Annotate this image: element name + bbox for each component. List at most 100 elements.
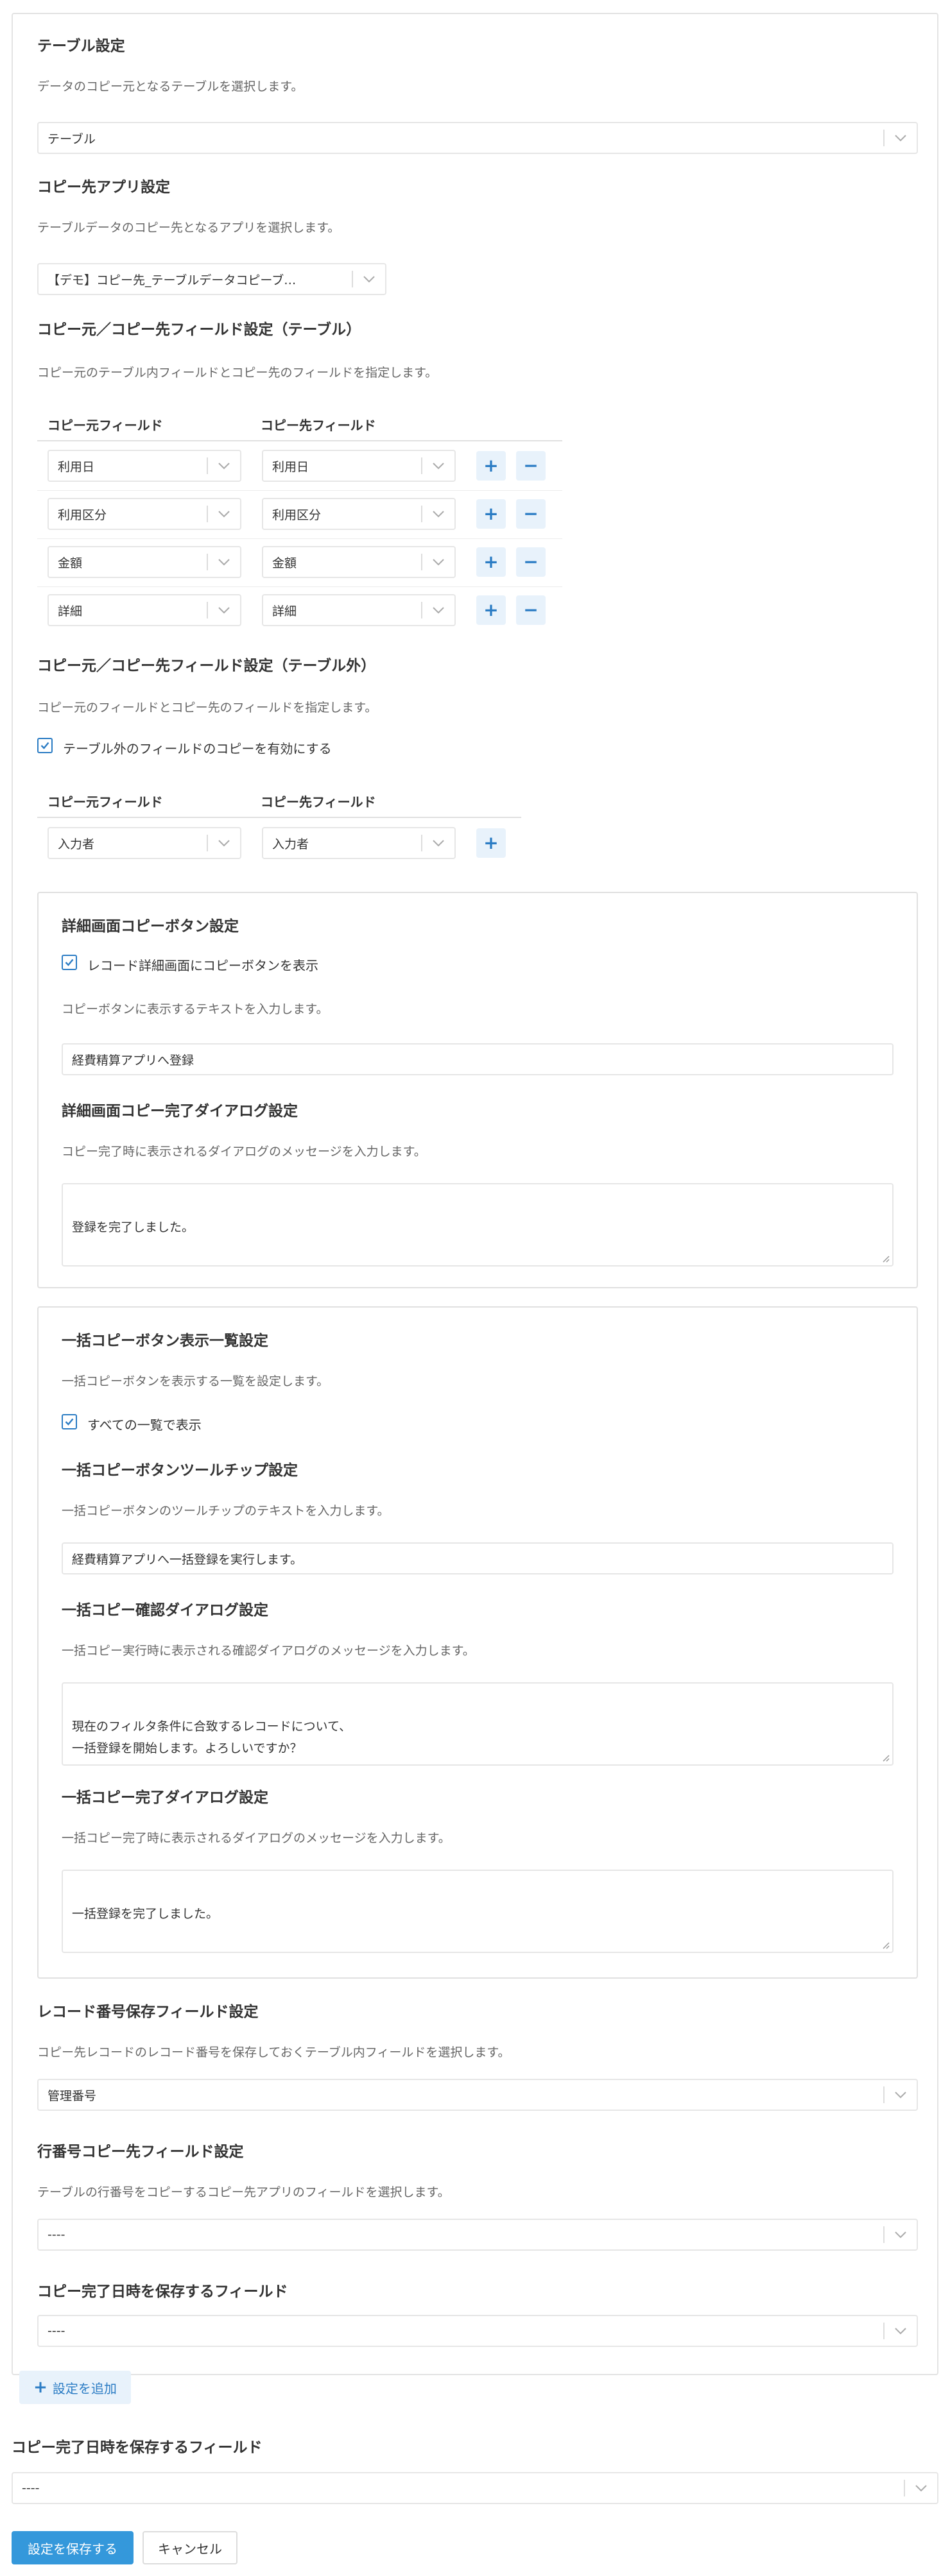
- plus-icon: +: [33, 2378, 48, 2397]
- outer-fields-col-source: コピー元フィールド: [48, 794, 163, 810]
- tooltip-description: 一括コピーボタンのツールチップのテキストを入力します。: [62, 1504, 390, 1518]
- row-number-heading: 行番号コピー先フィールド設定: [37, 2144, 244, 2160]
- target-field-select[interactable]: 入力者: [262, 827, 456, 859]
- remove-row-button[interactable]: −: [516, 451, 546, 481]
- confirm-dialog-heading: 一括コピー確認ダイアログ設定: [62, 1602, 268, 1619]
- add-setting-label: 設定を追加: [52, 2380, 117, 2396]
- target-field-select[interactable]: 利用区分: [262, 498, 456, 530]
- source-field-select[interactable]: 詳細: [48, 594, 241, 626]
- detail-dialog-description: コピー完了時に表示されるダイアログのメッセージを入力します。: [62, 1145, 426, 1159]
- target-app-description: テーブルデータのコピー先となるアプリを選択します。: [37, 221, 340, 235]
- chevron-down-icon[interactable]: [208, 451, 240, 481]
- detail-dialog-textarea[interactable]: 登録を完了しました。: [62, 1183, 894, 1267]
- chevron-down-icon[interactable]: [422, 547, 454, 577]
- outer-fields-heading: コピー元／コピー先フィールド設定（テーブル外）: [37, 658, 376, 674]
- chevron-down-icon[interactable]: [208, 499, 240, 529]
- row-divider: [37, 490, 562, 491]
- chevron-down-icon[interactable]: [422, 595, 454, 625]
- chevron-down-icon[interactable]: [885, 2316, 917, 2346]
- resize-handle-icon[interactable]: [881, 1753, 890, 1762]
- table-select-value: テーブル: [48, 132, 96, 146]
- inner-datetime-select[interactable]: ----: [37, 2315, 918, 2347]
- confirm-dialog-textarea[interactable]: 現在のフィルタ条件に合致するレコードについて、 一括登録を開始します。よろしいで…: [62, 1682, 894, 1766]
- bulk-list-heading: 一括コピーボタン表示一覧設定: [62, 1333, 268, 1349]
- chevron-down-icon[interactable]: [885, 2220, 917, 2249]
- source-field-value: 利用日: [58, 459, 95, 474]
- complete-dialog-description: 一括コピー完了時に表示されるダイアログのメッセージを入力します。: [62, 1831, 451, 1845]
- cancel-button[interactable]: キャンセル: [142, 2531, 238, 2564]
- all-lists-checkbox[interactable]: [62, 1414, 77, 1429]
- table-fields-col-source: コピー元フィールド: [48, 418, 163, 433]
- confirm-dialog-text: 現在のフィルタ条件に合致するレコードについて、 一括登録を開始します。よろしいで…: [72, 1719, 352, 1755]
- target-field-value: 利用日: [272, 459, 309, 474]
- remove-row-button[interactable]: −: [516, 595, 546, 625]
- outer-datetime-value: ----: [22, 2481, 40, 2495]
- chevron-down-icon[interactable]: [422, 451, 454, 481]
- target-app-heading: コピー先アプリ設定: [37, 179, 170, 196]
- source-field-select[interactable]: 金額: [48, 546, 241, 578]
- show-detail-button-checkbox[interactable]: [62, 955, 77, 970]
- tooltip-input[interactable]: 経費精算アプリへ一括登録を実行します。: [62, 1542, 894, 1574]
- record-number-description: コピー先レコードのレコード番号を保存しておくテーブル内フィールドを選択します。: [37, 2045, 510, 2060]
- table-settings-heading: テーブル設定: [37, 38, 125, 55]
- table-fields-col-target: コピー先フィールド: [261, 418, 376, 433]
- target-app-select[interactable]: 【デモ】コピー先_テーブルデータコピーブ…: [37, 263, 386, 295]
- chevron-down-icon[interactable]: [905, 2473, 937, 2503]
- target-field-value: 詳細: [272, 604, 297, 618]
- remove-row-button[interactable]: −: [516, 547, 546, 577]
- chevron-down-icon[interactable]: [208, 547, 240, 577]
- record-number-select[interactable]: 管理番号: [37, 2079, 918, 2111]
- source-field-value: 利用区分: [58, 508, 107, 522]
- confirm-dialog-description: 一括コピー実行時に表示される確認ダイアログのメッセージを入力します。: [62, 1644, 475, 1658]
- row-divider: [37, 538, 562, 539]
- inner-datetime-value: ----: [48, 2324, 65, 2338]
- resize-handle-icon[interactable]: [881, 1940, 890, 1949]
- target-field-select[interactable]: 利用日: [262, 450, 456, 482]
- source-field-value: 金額: [58, 556, 83, 570]
- chevron-down-icon[interactable]: [353, 264, 385, 294]
- add-row-button[interactable]: +: [476, 828, 506, 858]
- add-row-button[interactable]: +: [476, 451, 506, 481]
- row-number-select[interactable]: ----: [37, 2219, 918, 2251]
- table-fields-description: コピー元のテーブル内フィールドとコピー先のフィールドを指定します。: [37, 366, 438, 380]
- table-select[interactable]: テーブル: [37, 122, 918, 154]
- chevron-down-icon[interactable]: [885, 123, 917, 153]
- chevron-down-icon[interactable]: [208, 595, 240, 625]
- chevron-down-icon[interactable]: [885, 2080, 917, 2110]
- remove-row-button[interactable]: −: [516, 499, 546, 529]
- target-field-select[interactable]: 金額: [262, 546, 456, 578]
- source-field-select[interactable]: 利用区分: [48, 498, 241, 530]
- chevron-down-icon[interactable]: [422, 828, 454, 858]
- enable-outer-copy-checkbox[interactable]: [37, 738, 53, 753]
- row-number-description: テーブルの行番号をコピーするコピー先アプリのフィールドを選択します。: [37, 2185, 450, 2199]
- add-row-button[interactable]: +: [476, 547, 506, 577]
- inner-datetime-heading: コピー完了日時を保存するフィールド: [37, 2283, 288, 2300]
- button-text-input[interactable]: 経費精算アプリへ登録: [62, 1043, 894, 1075]
- row-divider: [37, 586, 562, 587]
- source-field-select[interactable]: 利用日: [48, 450, 241, 482]
- target-field-select[interactable]: 詳細: [262, 594, 456, 626]
- add-row-button[interactable]: +: [476, 499, 506, 529]
- outer-fields-col-target: コピー先フィールド: [261, 794, 376, 810]
- show-detail-button-label: レコード詳細画面にコピーボタンを表示: [87, 958, 318, 973]
- source-field-select[interactable]: 入力者: [48, 827, 241, 859]
- save-button[interactable]: 設定を保存する: [12, 2531, 134, 2564]
- source-field-value: 入力者: [58, 837, 95, 851]
- outer-datetime-select[interactable]: ----: [12, 2472, 938, 2504]
- bulk-list-description: 一括コピーボタンを表示する一覧を設定します。: [62, 1374, 329, 1388]
- add-setting-button[interactable]: + 設定を追加: [19, 2371, 131, 2404]
- record-number-value: 管理番号: [48, 2088, 97, 2103]
- chevron-down-icon[interactable]: [422, 499, 454, 529]
- button-text-description: コピーボタンに表示するテキストを入力します。: [62, 1002, 329, 1016]
- chevron-down-icon[interactable]: [208, 828, 240, 858]
- complete-dialog-heading: 一括コピー完了ダイアログ設定: [62, 1789, 268, 1806]
- detail-button-heading: 詳細画面コピーボタン設定: [62, 918, 239, 935]
- complete-dialog-text: 一括登録を完了しました。: [72, 1907, 219, 1921]
- table-settings-description: データのコピー元となるテーブルを選択します。: [37, 80, 304, 94]
- add-row-button[interactable]: +: [476, 595, 506, 625]
- target-field-value: 金額: [272, 556, 297, 570]
- enable-outer-copy-label: テーブル外のフィールドのコピーを有効にする: [63, 741, 332, 756]
- complete-dialog-textarea[interactable]: 一括登録を完了しました。: [62, 1870, 894, 1953]
- resize-handle-icon[interactable]: [881, 1254, 890, 1263]
- source-field-value: 詳細: [58, 604, 83, 618]
